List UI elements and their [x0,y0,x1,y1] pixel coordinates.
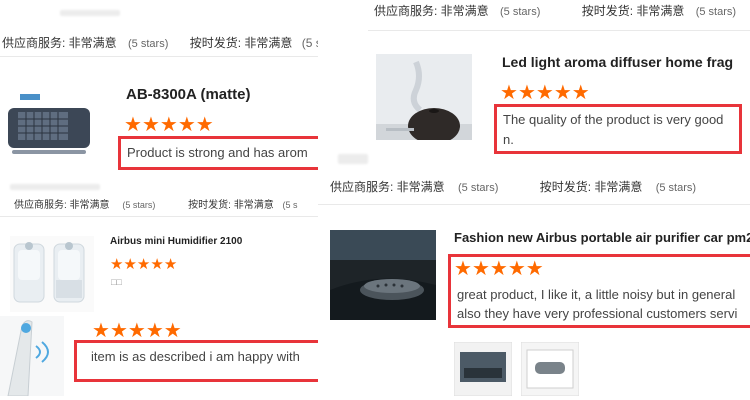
pen-device-image [0,316,64,396]
air-purifier-image [0,84,98,170]
review-text: item is as described i am happy with [91,349,300,364]
blurred-text [338,154,368,164]
star-icon: ★ [150,256,164,273]
delivery-label: 按时发货: 非常满意 [189,36,293,50]
rating-text: (5 stars) [655,182,697,194]
service-label: 供应商服务: 非常满意 [374,4,489,18]
car-purifier-image [330,230,436,320]
service-label: 供应商服务: 非常满意 [330,180,445,194]
blurred-text [60,10,120,16]
review-text-line2: also they have very professional custome… [457,306,738,321]
star-icon: ★ [136,256,151,273]
humidifier-subtext: □□ [111,277,122,287]
product-title-humidifier[interactable]: Airbus mini Humidifier 2100 [110,236,242,247]
product-image-pen[interactable] [0,316,64,396]
delivery-label: 按时发货: 非常满意 [539,180,643,194]
star-icon: ★ [163,256,178,273]
left-review-panel: 供应商服务: 非常满意 (5 stars) 按时发货: 非常满意 (5 s AB… [0,0,318,400]
blurred-text [10,184,100,190]
top-service-rating: 供应商服务: 非常满意 (5 stars) 按时发货: 非常满意 (5 s [2,36,318,50]
product-image-humidifier[interactable] [10,236,94,312]
review-photo-2[interactable] [521,342,579,396]
star-icon: ★ [177,114,196,136]
star-icon: ★ [571,82,590,104]
car-purifier-box-photo [521,342,579,396]
star-icon: ★ [123,256,137,273]
review-collage: { "colors": {"star": "#ff6a00", "highlig… [0,0,750,400]
highlighted-review-diffuser: The quality of the product is very good … [494,104,742,154]
product-title-ab8300a[interactable]: AB-8300A (matte) [126,86,250,103]
ab8300a-service-rating: 供应商服务: 非常满意 (5 stars) 按时发货: 非常满意 (5 s [14,200,298,211]
diffuser-service-rating: 供应商服务: 非常满意 (5 stars) 按时发货: 非常满意 (5 star… [330,178,696,195]
rating-text: (5 stars) [500,6,541,18]
star-icon: ★ [195,114,214,136]
top-right-service-rating: 供应商服务: 非常满意 (5 stars) 按时发货: 非常满意 (5 star… [374,2,736,19]
star-icon: ★ [553,82,572,104]
review-text-line2: n. [503,132,514,147]
divider [0,56,318,57]
star-icon: ★ [110,256,124,273]
car-purifier-photo [454,342,512,396]
star-icon: ★ [500,82,518,104]
review-photo-1[interactable] [454,342,512,396]
service-label: 供应商服务: 非常满意 [2,36,117,50]
highlighted-review-pen: item is as described i am happy with [74,340,318,382]
review-text-line1: The quality of the product is very good [503,112,724,127]
product-title-diffuser[interactable]: Led light aroma diffuser home frag [502,54,733,70]
divider [368,30,750,31]
highlighted-review-ab8300a: Product is strong and has arom [118,136,318,170]
star-icon: ★ [535,82,554,104]
rating-text: (5 stars) [458,182,499,194]
review-text-line1: great product, I like it, a little noisy… [457,287,736,302]
star-icon: ★ [124,114,142,136]
rating-text: (5 stars) [695,6,737,18]
product-image-ab8300a[interactable] [0,84,98,170]
rating-stars-humidifier: ★★★★★ [110,255,177,274]
aroma-diffuser-image [376,54,472,140]
divider [318,204,750,205]
rating-text: (5 stars) [122,200,156,210]
highlighted-review-car-purifier: great product, I like it, a little noisy… [448,254,750,328]
delivery-label: 按时发货: 非常满意 [188,200,274,211]
product-title-car-purifier[interactable]: Fashion new Airbus portable air purifier… [454,230,750,245]
rating-text: (5 stars) [128,38,169,50]
rating-stars-diffuser: ★★★★★ [500,80,590,105]
service-label: 供应商服务: 非常满意 [14,200,110,211]
rating-stars-ab8300a: ★★★★★ [124,112,214,137]
star-icon: ★ [159,114,178,136]
delivery-label: 按时发货: 非常满意 [581,4,685,18]
star-icon: ★ [141,114,160,136]
star-icon: ★ [517,82,536,104]
right-review-panel: 供应商服务: 非常满意 (5 stars) 按时发货: 非常满意 (5 star… [318,0,750,400]
humidifier-image [10,236,94,312]
divider [0,216,318,217]
review-text: Product is strong and has arom [127,145,308,160]
product-image-car-purifier[interactable] [330,230,436,320]
product-image-diffuser[interactable] [376,54,472,140]
